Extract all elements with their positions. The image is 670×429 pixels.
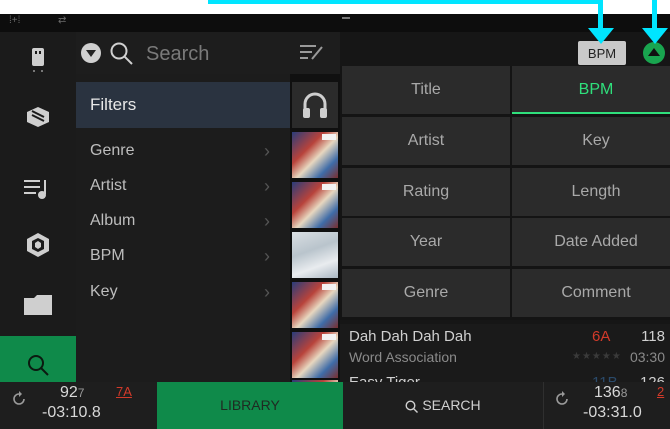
filter-label: Album xyxy=(90,212,136,229)
callout-arrowhead xyxy=(588,28,614,44)
filter-label: Genre xyxy=(90,142,135,159)
deck-time: -03:10.8 xyxy=(42,404,101,421)
track-length: 03:30 xyxy=(629,349,665,365)
dropdown-icon[interactable] xyxy=(81,43,101,63)
filter-album[interactable]: Album › xyxy=(90,206,280,236)
rail-prepare[interactable] xyxy=(0,216,76,274)
search-input[interactable] xyxy=(144,39,278,69)
filter-genre[interactable]: Genre › xyxy=(90,136,280,166)
sort-option-title[interactable]: Title xyxy=(342,66,510,114)
deck-time: -03:31.0 xyxy=(583,404,642,421)
prepare-icon xyxy=(27,233,49,257)
device-screen: ⁞+⁞ ⇄ Search Filters Genre › Artist › Al… xyxy=(0,14,670,429)
crates-icon xyxy=(27,107,49,127)
search-bar xyxy=(76,32,340,74)
album-art xyxy=(292,232,338,278)
chevron-right-icon: › xyxy=(264,211,270,231)
deck-bpm: 1368 xyxy=(594,384,627,402)
rail-playlists[interactable] xyxy=(0,160,76,218)
swap-icon: ⇄ xyxy=(58,15,67,26)
filter-bpm[interactable]: BPM › xyxy=(90,241,280,271)
chevron-right-icon: › xyxy=(264,246,270,266)
rail-crates[interactable] xyxy=(0,88,76,146)
sort-option-date-added[interactable]: Date Added xyxy=(512,218,670,266)
headphones-icon xyxy=(292,82,338,128)
bpm-integer: 92 xyxy=(60,384,78,401)
sort-option-genre[interactable]: Genre xyxy=(342,269,510,317)
bottom-bar: 927 7A -03:10.8 LIBRARY SEARCH 1368 2 -0… xyxy=(0,382,670,429)
filter-artist[interactable]: Artist › xyxy=(90,171,280,201)
sort-menu: Title BPM Artist Key Rating Length Year … xyxy=(340,66,670,320)
sort-option-comment[interactable]: Comment xyxy=(512,269,670,317)
edit-list-icon[interactable] xyxy=(300,44,324,62)
sort-option-rating[interactable]: Rating xyxy=(342,168,510,216)
sync-icon xyxy=(556,391,568,405)
rail-folders[interactable] xyxy=(0,276,76,334)
folder-icon xyxy=(24,295,52,315)
chevron-right-icon: › xyxy=(264,282,270,302)
deck-left[interactable]: 927 7A -03:10.8 xyxy=(0,382,157,429)
playlists-icon xyxy=(24,180,46,199)
chevron-right-icon: › xyxy=(264,141,270,161)
chevron-right-icon: › xyxy=(264,176,270,196)
layout-icon: ⁞+⁞ xyxy=(9,15,21,26)
bpm-decimal: 8 xyxy=(620,386,628,400)
sort-option-year[interactable]: Year xyxy=(342,218,510,266)
search-icon xyxy=(28,355,49,376)
track-row[interactable]: Dah Dah Dah Dah Word Association 6A ★★★★… xyxy=(340,324,670,376)
deck-right[interactable]: 1368 2 -03:31.0 xyxy=(543,382,670,429)
album-art xyxy=(292,282,338,328)
artwork-column xyxy=(290,74,340,426)
usb-drive-icon xyxy=(32,48,44,72)
bpm-integer: 136 xyxy=(594,384,621,401)
bpm-decimal: 7 xyxy=(77,386,85,400)
track-key: 6A xyxy=(592,328,611,345)
top-handle xyxy=(342,17,350,19)
sort-option-artist[interactable]: Artist xyxy=(342,117,510,165)
track-bpm: 118 xyxy=(641,328,665,345)
rail-usb[interactable] xyxy=(0,32,76,90)
filter-label: Artist xyxy=(90,177,127,194)
filter-label: BPM xyxy=(90,247,125,264)
status-strip: ⁞+⁞ ⇄ xyxy=(0,14,670,32)
library-button[interactable]: LIBRARY xyxy=(157,382,343,429)
deck-key: 7A xyxy=(116,384,132,399)
filters-header[interactable]: Filters xyxy=(76,82,290,128)
search-button-label: SEARCH xyxy=(422,397,481,413)
album-art xyxy=(292,332,338,378)
sort-option-bpm[interactable]: BPM xyxy=(512,66,670,114)
filter-label: Key xyxy=(90,283,118,300)
track-artist: Word Association xyxy=(349,349,457,365)
search-button[interactable]: SEARCH xyxy=(343,382,543,429)
album-art xyxy=(292,182,338,228)
filters-panel: Filters Genre › Artist › Album › BPM › K… xyxy=(76,74,290,396)
search-icon xyxy=(110,42,133,65)
callout-bar xyxy=(208,0,602,4)
callout-arrowhead xyxy=(642,28,668,44)
sort-option-length[interactable]: Length xyxy=(512,168,670,216)
sync-icon xyxy=(13,391,25,405)
album-art xyxy=(292,132,338,178)
rating-stars: ★★★★★ xyxy=(572,351,622,362)
deck-bpm: 927 xyxy=(60,384,84,402)
track-title: Dah Dah Dah Dah xyxy=(349,328,472,345)
left-rail xyxy=(0,32,76,396)
sort-option-key[interactable]: Key xyxy=(512,117,670,165)
sort-field-button[interactable]: BPM xyxy=(578,41,626,65)
sort-direction-icon[interactable] xyxy=(643,42,665,64)
filter-key[interactable]: Key › xyxy=(90,277,280,307)
search-icon xyxy=(405,400,419,413)
deck-key: 2 xyxy=(657,384,665,399)
